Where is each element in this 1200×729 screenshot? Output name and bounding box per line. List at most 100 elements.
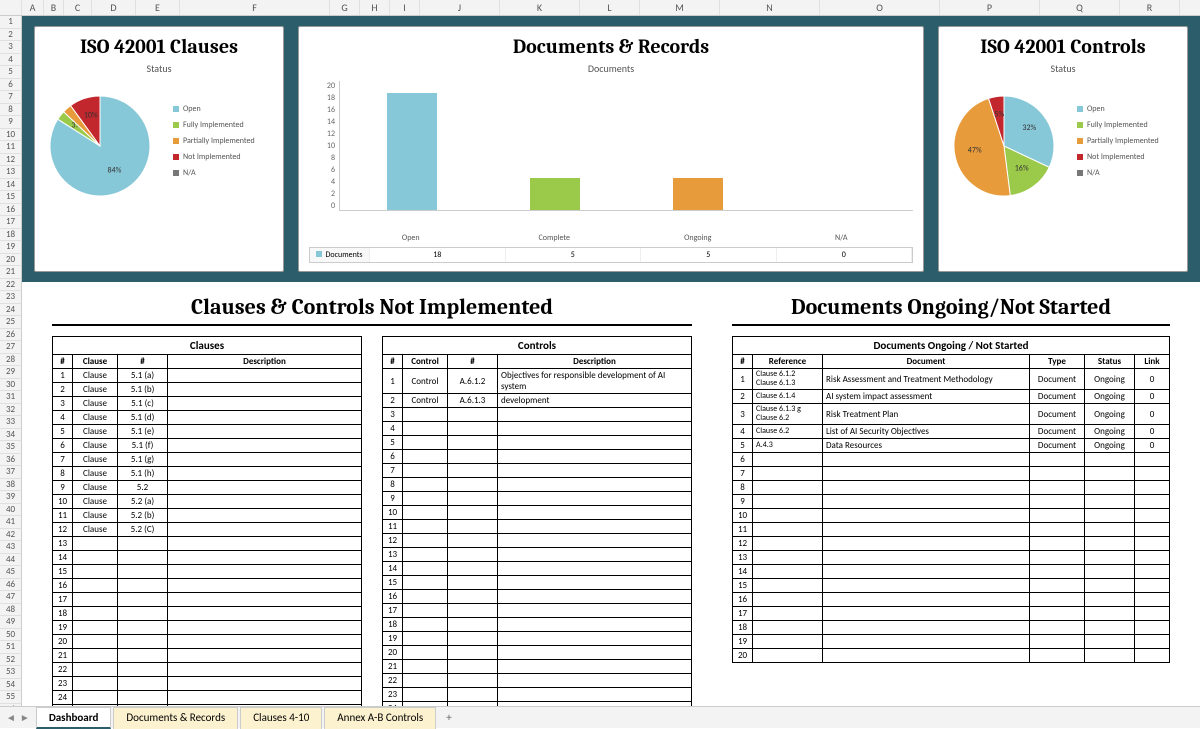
table-row[interactable]: 17	[383, 604, 692, 618]
legend-clauses: OpenFully ImplementedPartially Implement…	[173, 98, 255, 184]
clauses-table-title: Clauses	[52, 336, 362, 354]
table-row[interactable]: 16	[383, 590, 692, 604]
table-row[interactable]: 13	[53, 537, 362, 551]
table-row[interactable]: 7Clause5.1 (g)	[53, 453, 362, 467]
table-row[interactable]: 20	[383, 646, 692, 660]
table-row[interactable]: 13	[383, 548, 692, 562]
table-row[interactable]: 14	[383, 562, 692, 576]
table-row[interactable]: 18	[53, 607, 362, 621]
card-controls-pie[interactable]: ISO 42001 Controls Status 32%16%47%5% Op…	[938, 26, 1188, 272]
table-row[interactable]: 9Clause5.2	[53, 481, 362, 495]
table-row[interactable]: 12	[383, 534, 692, 548]
tab-next-icon[interactable]: ►	[20, 711, 30, 724]
table-row[interactable]: 21	[53, 649, 362, 663]
add-sheet-button[interactable]: +	[438, 711, 459, 724]
table-row[interactable]: 14	[53, 551, 362, 565]
table-row[interactable]: 23	[383, 688, 692, 702]
row-headers[interactable]: 1234567891011121314151617181920212223242…	[0, 16, 22, 716]
controls-table-wrap: Controls #Control#Description1ControlA.6…	[382, 336, 692, 706]
table-row[interactable]: 15	[53, 565, 362, 579]
dashboard-band: ISO 42001 Clauses Status 84%3%10% OpenFu…	[22, 16, 1200, 282]
table-row[interactable]: 18	[733, 621, 1170, 635]
docs-table-wrap: Documents Ongoing / Not Started #Referen…	[732, 336, 1170, 663]
table-row[interactable]: 9	[383, 492, 692, 506]
tab-nav: ◄ ►	[0, 711, 36, 724]
table-row[interactable]: 7	[383, 464, 692, 478]
table-row[interactable]: 24	[53, 691, 362, 705]
section-title-not-implemented: Clauses & Controls Not Implemented	[52, 294, 692, 326]
table-row[interactable]: 1Clause 6.1.2Clause 6.1.3Risk Assessment…	[733, 369, 1170, 390]
table-row[interactable]: 6Clause5.1 (f)	[53, 439, 362, 453]
sheet-area: ISO 42001 Clauses Status 84%3%10% OpenFu…	[22, 16, 1200, 706]
table-row[interactable]: 22	[383, 674, 692, 688]
table-row[interactable]: 16	[733, 593, 1170, 607]
clauses-table[interactable]: #Clause#Description1Clause5.1 (a)2Clause…	[52, 354, 362, 706]
table-row[interactable]: 5A.4.3Data ResourcesDocumentOngoing0	[733, 439, 1170, 453]
sheet-tab-dashboard[interactable]: Dashboard	[36, 707, 112, 729]
table-row[interactable]: 14	[733, 565, 1170, 579]
table-row[interactable]: 19	[733, 635, 1170, 649]
table-row[interactable]: 11Clause5.2 (b)	[53, 509, 362, 523]
sheet-tab-documents-records[interactable]: Documents & Records	[113, 707, 238, 729]
column-headers[interactable]: ABCDEFGHIJKLMNOPQR	[0, 0, 1200, 16]
table-row[interactable]: 16	[53, 579, 362, 593]
table-row[interactable]: 13	[733, 551, 1170, 565]
table-row[interactable]: 23	[53, 677, 362, 691]
table-row[interactable]: 19	[53, 621, 362, 635]
table-row[interactable]: 18	[383, 618, 692, 632]
docs-table-title: Documents Ongoing / Not Started	[732, 336, 1170, 354]
svg-text:10%: 10%	[84, 110, 98, 120]
table-row[interactable]: 10Clause5.2 (a)	[53, 495, 362, 509]
table-row[interactable]: 3Clause5.1 (c)	[53, 397, 362, 411]
controls-table-title: Controls	[382, 336, 692, 354]
table-row[interactable]: 17	[53, 593, 362, 607]
table-row[interactable]: 12Clause5.2 (C)	[53, 523, 362, 537]
table-row[interactable]: 5Clause5.1 (e)	[53, 425, 362, 439]
controls-table[interactable]: #Control#Description1ControlA.6.1.2Objec…	[382, 354, 692, 706]
sheet-tab-annex-a-b-controls[interactable]: Annex A-B Controls	[324, 707, 436, 729]
table-row[interactable]: 9	[733, 495, 1170, 509]
table-row[interactable]: 1Clause5.1 (a)	[53, 369, 362, 383]
table-row[interactable]: 3	[383, 408, 692, 422]
card-documents-bar[interactable]: Documents & Records Documents 2018161412…	[298, 26, 924, 272]
table-row[interactable]: 12	[733, 537, 1170, 551]
card-clauses-pie[interactable]: ISO 42001 Clauses Status 84%3%10% OpenFu…	[34, 26, 284, 272]
table-row[interactable]: 15	[383, 576, 692, 590]
table-row[interactable]: 20	[53, 635, 362, 649]
table-row[interactable]: 19	[383, 632, 692, 646]
table-row[interactable]: 3Clause 6.1.3 gClause 6.2Risk Treatment …	[733, 404, 1170, 425]
table-row[interactable]: 11	[383, 520, 692, 534]
table-row[interactable]: 20	[733, 649, 1170, 663]
table-row[interactable]: 4	[383, 422, 692, 436]
table-row[interactable]: 6	[383, 450, 692, 464]
table-row[interactable]: 2ControlA.6.1.3development	[383, 394, 692, 408]
card-subtitle: Documents	[309, 62, 913, 75]
table-row[interactable]: 15	[733, 579, 1170, 593]
table-row[interactable]: 8	[383, 478, 692, 492]
pie-chart-controls: 32%16%47%5%	[949, 81, 1069, 201]
table-row[interactable]: 4Clause 6.2List of AI Security Objective…	[733, 425, 1170, 439]
table-row[interactable]: 22	[53, 663, 362, 677]
table-row[interactable]: 17	[733, 607, 1170, 621]
section-title-docs: Documents Ongoing/Not Started	[732, 294, 1170, 326]
table-row[interactable]: 2Clause5.1 (b)	[53, 383, 362, 397]
docs-table[interactable]: #ReferenceDocumentTypeStatusLink1Clause …	[732, 354, 1170, 663]
table-row[interactable]: 10	[733, 509, 1170, 523]
sheet-tab-clauses-4-10[interactable]: Clauses 4-10	[240, 707, 322, 729]
table-row[interactable]: 11	[733, 523, 1170, 537]
table-row[interactable]: 8	[733, 481, 1170, 495]
bar-y-axis: 20181614121086420	[309, 81, 339, 211]
table-row[interactable]: 6	[733, 453, 1170, 467]
bar-category-labels: OpenCompleteOngoingN/A	[339, 233, 913, 243]
tab-prev-icon[interactable]: ◄	[6, 711, 16, 724]
table-row[interactable]: 7	[733, 467, 1170, 481]
svg-text:5%: 5%	[994, 109, 1004, 119]
table-row[interactable]: 21	[383, 660, 692, 674]
table-row[interactable]: 8Clause5.1 (h)	[53, 467, 362, 481]
bar-plot-area	[339, 81, 913, 211]
table-row[interactable]: 4Clause5.1 (d)	[53, 411, 362, 425]
table-row[interactable]: 1ControlA.6.1.2Objectives for responsibl…	[383, 369, 692, 394]
table-row[interactable]: 5	[383, 436, 692, 450]
table-row[interactable]: 2Clause 6.1.4AI system impact assessment…	[733, 390, 1170, 404]
table-row[interactable]: 10	[383, 506, 692, 520]
